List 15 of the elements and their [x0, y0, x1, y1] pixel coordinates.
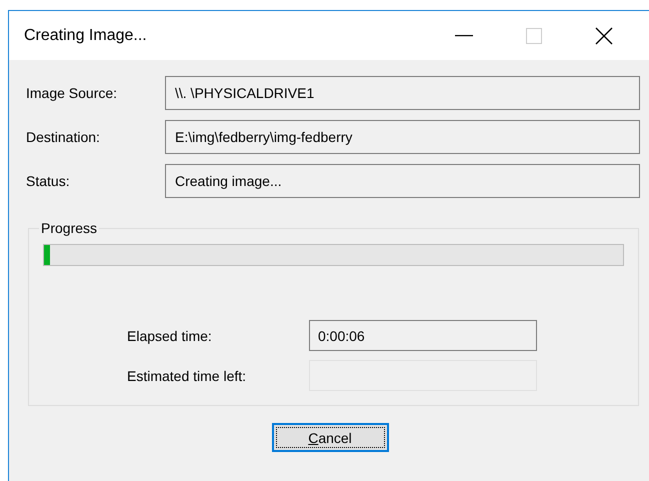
time-label: Estimated time left: [127, 368, 248, 384]
close-icon [595, 26, 613, 44]
window-title: Creating Image... [24, 26, 148, 44]
text-field[interactable]: \\. \PHYSICALDRIVE1 [165, 76, 640, 110]
field-label: Image Source: [26, 85, 118, 101]
text-field[interactable]: E:\img\fedberry\img-fedberry [165, 120, 640, 154]
field-label: Status: [26, 173, 71, 189]
cancel-button[interactable]: Cancel [272, 423, 388, 452]
minimize-icon [455, 34, 473, 36]
text-field[interactable]: Creating image... [165, 164, 640, 198]
group-title: Progress [40, 220, 98, 236]
time-field[interactable]: 0:00:06 [309, 320, 537, 351]
field-label: Destination: [26, 129, 101, 145]
maximize-icon [526, 28, 542, 44]
time-label: Elapsed time: [127, 328, 213, 344]
